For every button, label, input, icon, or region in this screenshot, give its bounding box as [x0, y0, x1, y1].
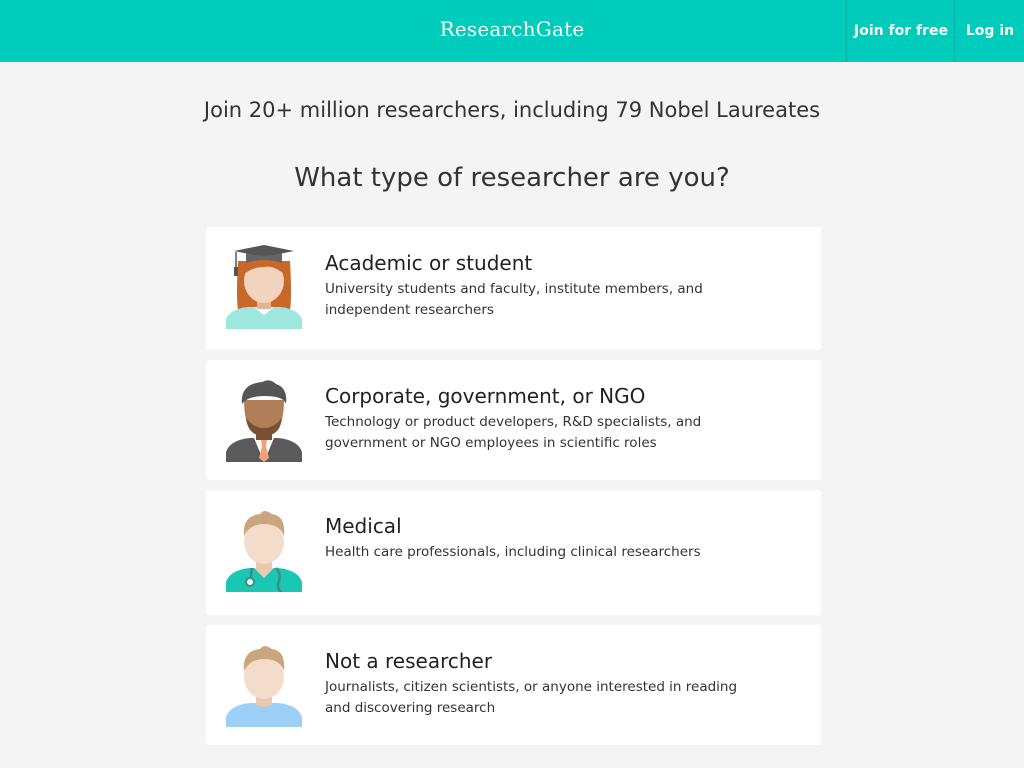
option-description: University students and faculty, institu…: [325, 281, 703, 318]
option-title: Corporate, government, or NGO: [325, 384, 646, 408]
option-title: Academic or student: [325, 251, 533, 275]
option-title: Medical: [325, 514, 402, 538]
option-description: Journalists, citizen scientists, or anyo…: [325, 679, 738, 716]
option-corporate-card[interactable]: Corporate, government, or NGO Technology…: [206, 360, 821, 480]
medical-avatar-icon: [226, 508, 302, 592]
option-description: Technology or product developers, R&D sp…: [325, 414, 702, 451]
option-academic-card[interactable]: Academic or student University students …: [206, 227, 821, 350]
corporate-avatar-icon: [226, 378, 302, 462]
option-title: Not a researcher: [325, 649, 493, 673]
option-description: Health care professionals, including cli…: [325, 544, 701, 560]
log-in-button[interactable]: Log in: [954, 0, 1024, 62]
option-not-researcher-card[interactable]: Not a researcher Journalists, citizen sc…: [206, 625, 821, 745]
top-bar: ResearchGate Join for free Log in: [0, 0, 1024, 62]
tagline: Join 20+ million researchers, including …: [203, 98, 821, 122]
option-medical-card[interactable]: Medical Health care professionals, inclu…: [206, 490, 821, 615]
join-for-free-button[interactable]: Join for free: [846, 0, 955, 62]
non-researcher-avatar-icon: [226, 643, 302, 727]
page-question: What type of researcher are you?: [294, 163, 730, 193]
academic-avatar-icon: [226, 245, 302, 329]
